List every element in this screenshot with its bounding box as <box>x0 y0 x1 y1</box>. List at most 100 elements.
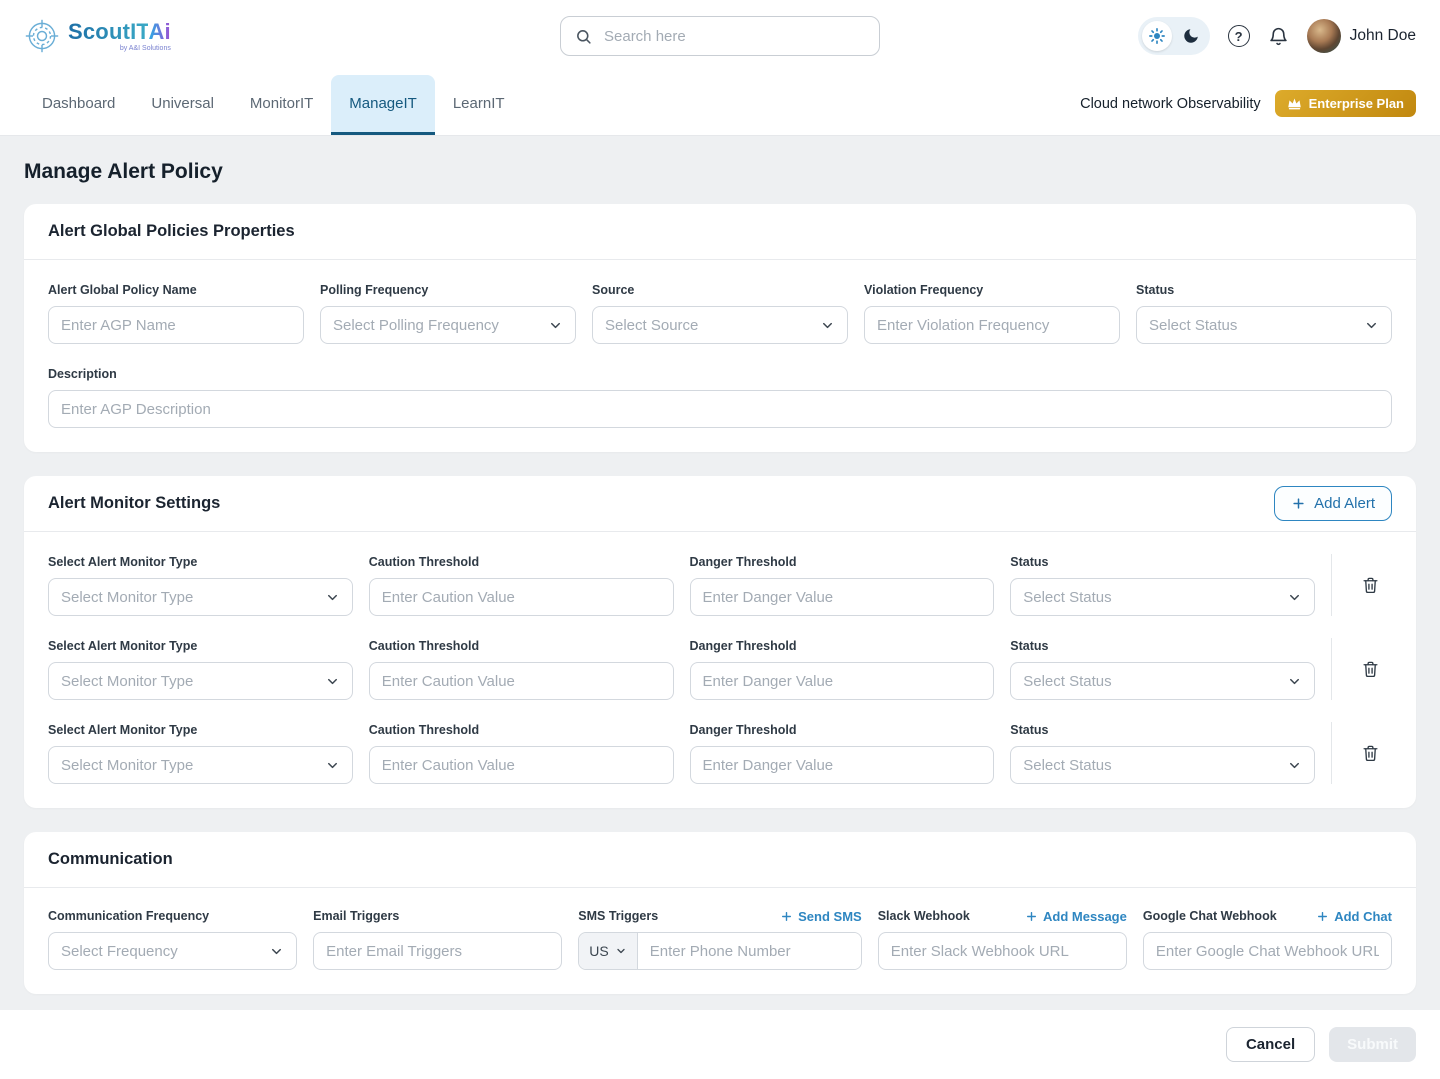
logo-suffix: Ai <box>148 19 170 44</box>
plus-icon <box>1316 910 1329 923</box>
user-menu[interactable]: John Doe <box>1307 19 1416 53</box>
caution-threshold-label: Caution Threshold <box>369 722 674 738</box>
communication-frequency-select[interactable]: Select Frequency <box>48 932 297 970</box>
app-logo[interactable]: ScoutITAi by A&I Solutions <box>24 18 171 54</box>
source-select[interactable]: Select Source <box>592 306 848 344</box>
delete-row-button[interactable] <box>1357 656 1384 683</box>
monitor-type-select[interactable]: Select Monitor Type <box>48 578 353 616</box>
polling-frequency-select[interactable]: Select Polling Frequency <box>320 306 576 344</box>
tab-universal[interactable]: Universal <box>133 75 232 135</box>
tab-monitorit[interactable]: MonitorIT <box>232 75 331 135</box>
monitor-type-value: Select Monitor Type <box>61 673 193 690</box>
trash-icon <box>1361 576 1380 595</box>
delete-row-button[interactable] <box>1357 572 1384 599</box>
status-label: Status <box>1136 282 1392 298</box>
search-input[interactable] <box>602 27 865 46</box>
add-chat-button[interactable]: Add Chat <box>1316 909 1392 924</box>
form-footer: Cancel Submit <box>0 1010 1440 1079</box>
caution-threshold-input[interactable] <box>369 662 674 700</box>
danger-threshold-input[interactable] <box>690 578 995 616</box>
source-value: Select Source <box>605 317 698 334</box>
monitor-type-label: Select Alert Monitor Type <box>48 722 353 738</box>
notifications-button[interactable] <box>1268 26 1289 47</box>
caution-threshold-input[interactable] <box>369 578 674 616</box>
row-divider <box>1331 722 1332 784</box>
caution-threshold-label: Caution Threshold <box>369 638 674 654</box>
tab-manageit[interactable]: ManageIT <box>331 75 435 135</box>
caution-threshold-label: Caution Threshold <box>369 554 674 570</box>
send-sms-button[interactable]: Send SMS <box>780 909 862 924</box>
row-divider <box>1331 554 1332 616</box>
danger-threshold-label: Danger Threshold <box>690 638 995 654</box>
sms-triggers-label: SMS Triggers <box>578 909 658 923</box>
trash-icon <box>1361 660 1380 679</box>
agp-name-label: Alert Global Policy Name <box>48 282 304 298</box>
row-status-value: Select Status <box>1023 757 1111 774</box>
email-triggers-input[interactable] <box>313 932 562 970</box>
dark-mode-button[interactable] <box>1176 21 1206 51</box>
slack-webhook-input[interactable] <box>878 932 1127 970</box>
tab-dashboard[interactable]: Dashboard <box>24 75 133 135</box>
chevron-down-icon <box>325 590 340 605</box>
add-alert-button[interactable]: Add Alert <box>1274 486 1392 521</box>
help-button[interactable]: ? <box>1228 25 1250 47</box>
global-policies-title: Alert Global Policies Properties <box>48 222 295 241</box>
gchat-webhook-input[interactable] <box>1143 932 1392 970</box>
chevron-down-icon <box>325 674 340 689</box>
row-divider <box>1331 638 1332 700</box>
chevron-down-icon <box>615 945 627 957</box>
tab-learnit[interactable]: LearnIT <box>435 75 523 135</box>
chevron-down-icon <box>1287 758 1302 773</box>
country-code-select[interactable]: US <box>579 933 637 969</box>
danger-threshold-input[interactable] <box>690 746 995 784</box>
plan-badge[interactable]: Enterprise Plan <box>1275 90 1416 117</box>
violation-frequency-input[interactable] <box>864 306 1120 344</box>
chevron-down-icon <box>548 318 563 333</box>
plan-badge-label: Enterprise Plan <box>1309 96 1404 111</box>
status-value: Select Status <box>1149 317 1237 334</box>
plus-icon <box>780 910 793 923</box>
chevron-down-icon <box>1287 674 1302 689</box>
agp-name-input[interactable] <box>48 306 304 344</box>
row-status-label: Status <box>1010 554 1315 570</box>
chevron-down-icon <box>1364 318 1379 333</box>
app-header: ScoutITAi by A&I Solutions <box>0 0 1440 72</box>
danger-threshold-label: Danger Threshold <box>690 722 995 738</box>
caution-threshold-input[interactable] <box>369 746 674 784</box>
description-input[interactable] <box>48 390 1392 428</box>
add-message-button[interactable]: Add Message <box>1025 909 1127 924</box>
delete-row-button[interactable] <box>1357 740 1384 767</box>
monitor-settings-card: Alert Monitor Settings Add Alert Select … <box>24 476 1416 808</box>
phone-number-input[interactable] <box>638 933 861 969</box>
slack-webhook-label: Slack Webhook <box>878 909 970 923</box>
monitor-type-label: Select Alert Monitor Type <box>48 554 353 570</box>
trash-icon <box>1361 744 1380 763</box>
polling-frequency-value: Select Polling Frequency <box>333 317 499 334</box>
page-title: Manage Alert Policy <box>24 160 1416 184</box>
row-status-select[interactable]: Select Status <box>1010 746 1315 784</box>
source-label: Source <box>592 282 848 298</box>
global-search[interactable] <box>560 16 880 56</box>
row-status-select[interactable]: Select Status <box>1010 662 1315 700</box>
add-chat-label: Add Chat <box>1334 909 1392 924</box>
row-status-label: Status <box>1010 638 1315 654</box>
global-policies-card: Alert Global Policies Properties Alert G… <box>24 204 1416 452</box>
danger-threshold-input[interactable] <box>690 662 995 700</box>
monitor-type-select[interactable]: Select Monitor Type <box>48 662 353 700</box>
row-status-select[interactable]: Select Status <box>1010 578 1315 616</box>
crown-icon <box>1287 97 1302 110</box>
plus-icon <box>1025 910 1038 923</box>
monitor-settings-title: Alert Monitor Settings <box>48 494 220 513</box>
communication-title: Communication <box>48 850 173 869</box>
light-mode-button[interactable] <box>1142 21 1172 51</box>
cancel-button[interactable]: Cancel <box>1226 1027 1315 1062</box>
country-code-value: US <box>589 943 608 959</box>
add-message-label: Add Message <box>1043 909 1127 924</box>
monitor-type-select[interactable]: Select Monitor Type <box>48 746 353 784</box>
submit-button[interactable]: Submit <box>1329 1027 1416 1062</box>
status-select[interactable]: Select Status <box>1136 306 1392 344</box>
logo-tagline: by A&I Solutions <box>120 45 171 52</box>
chevron-down-icon <box>1287 590 1302 605</box>
communication-card: Communication Communication Frequency Se… <box>24 832 1416 994</box>
logo-name: ScoutIT <box>68 19 148 44</box>
